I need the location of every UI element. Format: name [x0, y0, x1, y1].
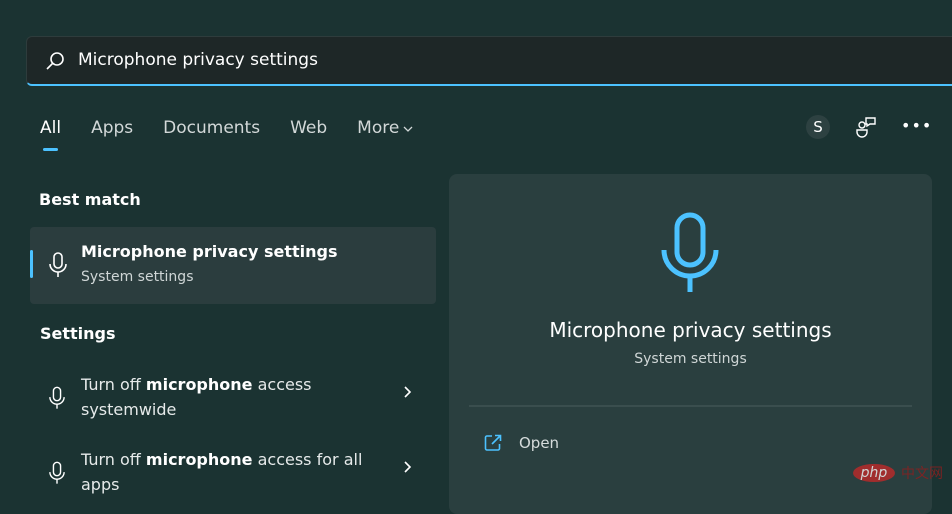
- divider: [469, 405, 912, 407]
- chevron-right-icon[interactable]: [402, 460, 412, 474]
- settings-result-item[interactable]: Turn off microphone access systemwide: [30, 372, 436, 432]
- open-external-icon: [484, 434, 502, 451]
- label-part: Turn off: [81, 375, 146, 394]
- microphone-icon: [661, 212, 719, 292]
- settings-result-label: Turn off microphone access for all apps: [81, 447, 362, 497]
- preview-title: Microphone privacy settings: [549, 318, 832, 342]
- best-match-heading: Best match: [39, 190, 141, 209]
- microphone-icon: [49, 252, 67, 277]
- best-match-item[interactable]: Microphone privacy settings System setti…: [30, 227, 436, 304]
- chevron-right-icon[interactable]: [402, 385, 412, 399]
- tab-web[interactable]: Web: [290, 118, 327, 138]
- watermark-logo: php: [853, 464, 895, 482]
- open-button[interactable]: Open: [469, 430, 669, 456]
- label-part: apps: [81, 475, 120, 494]
- settings-heading: Settings: [40, 324, 116, 343]
- tab-all[interactable]: All: [40, 118, 61, 151]
- watermark: php 中文网: [853, 463, 943, 483]
- label-highlight: microphone: [145, 375, 253, 394]
- preview-subtitle: System settings: [634, 351, 747, 367]
- label-part: access for all: [252, 450, 363, 469]
- search-input[interactable]: Microphone privacy settings: [78, 50, 318, 70]
- selection-indicator: [30, 250, 33, 278]
- filter-tabs: All Apps Documents Web More: [40, 118, 443, 151]
- search-icon: [46, 52, 64, 70]
- more-options-button[interactable]: •••: [901, 116, 932, 135]
- settings-result-item[interactable]: Turn off microphone access for all apps: [30, 447, 436, 507]
- label-part: Turn off: [81, 450, 146, 469]
- settings-result-label: Turn off microphone access systemwide: [81, 372, 312, 422]
- tab-apps[interactable]: Apps: [91, 118, 133, 138]
- label-part: access: [252, 375, 312, 394]
- chevron-down-icon: [403, 126, 413, 132]
- label-highlight: microphone: [145, 450, 253, 469]
- open-label: Open: [519, 434, 560, 452]
- tab-documents[interactable]: Documents: [163, 118, 260, 138]
- microphone-icon: [49, 386, 65, 409]
- feedback-icon[interactable]: [855, 116, 877, 138]
- best-match-title: Microphone privacy settings: [81, 242, 338, 261]
- watermark-text: 中文网: [901, 466, 943, 482]
- tab-more-label: More: [357, 118, 400, 138]
- tab-more[interactable]: More: [357, 118, 413, 138]
- best-match-subtitle: System settings: [81, 269, 194, 285]
- label-part: systemwide: [81, 400, 177, 419]
- microphone-icon: [49, 461, 65, 484]
- search-box[interactable]: Microphone privacy settings: [26, 36, 952, 86]
- avatar[interactable]: S: [806, 115, 830, 139]
